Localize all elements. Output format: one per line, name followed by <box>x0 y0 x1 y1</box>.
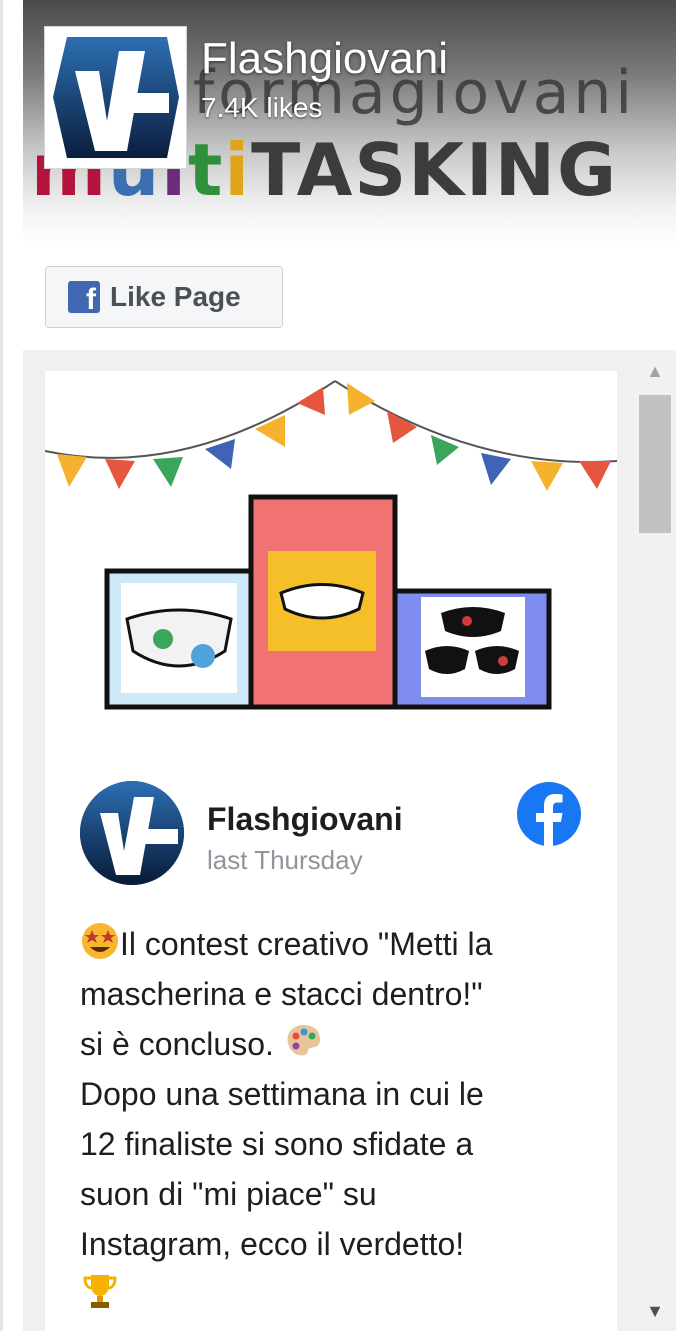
post-header: Flashgiovani last Thursday <box>80 781 600 891</box>
post-line-3: si è concluso. <box>80 1019 580 1069</box>
left-border <box>0 0 3 1331</box>
timeline-feed[interactable]: Flashgiovani last Thursday Il contest cr… <box>23 350 676 1331</box>
trophy-emoji-icon <box>83 1275 117 1308</box>
podium-illustration <box>44 380 618 710</box>
page-name-link[interactable]: Flashgiovani <box>201 34 448 84</box>
page-likes-count: 7.4K likes <box>201 92 323 123</box>
facebook-round-icon[interactable] <box>517 782 581 846</box>
post-timestamp[interactable]: last Thursday <box>207 845 363 876</box>
palette-emoji-icon <box>287 1025 320 1056</box>
scroll-thumb[interactable] <box>639 395 671 533</box>
author-avatar[interactable] <box>80 781 184 885</box>
scroll-down-button[interactable]: ▼ <box>634 1291 676 1331</box>
facebook-square-icon: f <box>68 281 100 315</box>
page-logo[interactable] <box>44 26 187 169</box>
post-line-4: Dopo una settimana in cui le <box>80 1076 484 1112</box>
star-struck-emoji-icon <box>82 923 118 959</box>
post-line-5: 12 finaliste si sono sfidate a <box>80 1126 474 1162</box>
flashgiovani-logo-icon <box>80 781 184 885</box>
post-author-name[interactable]: Flashgiovani <box>207 801 403 838</box>
page-header[interactable]: formagiovani multiTASKING Flashgiovani 7… <box>23 0 676 245</box>
flashgiovani-logo-icon <box>53 37 179 158</box>
like-page-label: Like Page <box>110 281 241 312</box>
post-card: Flashgiovani last Thursday Il contest cr… <box>44 371 618 1331</box>
post-line-2: mascherina e stacci dentro!" <box>80 976 483 1012</box>
post-line-8 <box>80 1269 580 1319</box>
post-message: Il contest creativo "Metti la mascherina… <box>80 919 580 1319</box>
post-line-7: Instagram, ecco il verdetto! <box>80 1226 465 1262</box>
post-image[interactable] <box>44 371 618 749</box>
scroll-up-button[interactable]: ▲ <box>634 351 676 391</box>
post-line-1: Il contest creativo "Metti la <box>80 919 580 969</box>
feed-scrollbar[interactable]: ▲ ▼ <box>634 351 676 1331</box>
like-page-button[interactable]: f Like Page <box>45 266 283 328</box>
post-line-6: suon di "mi piace" su <box>80 1176 377 1212</box>
